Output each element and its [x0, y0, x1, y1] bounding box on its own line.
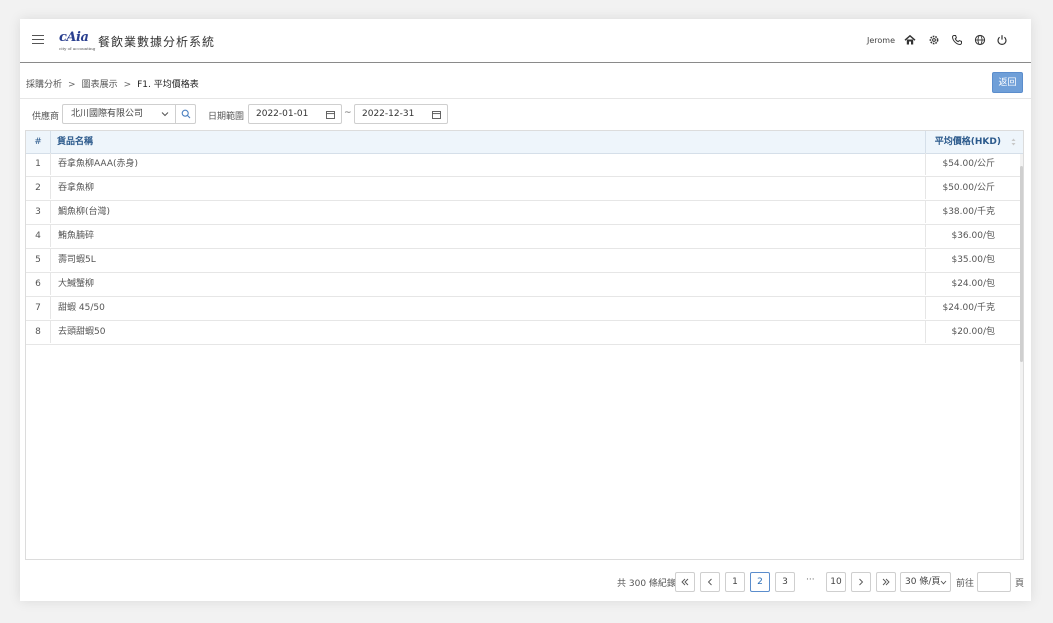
table-scrollbar[interactable]: [1020, 154, 1023, 559]
product-name: 去頭甜蝦50: [50, 321, 925, 343]
pagination-ellipsis[interactable]: ···: [806, 575, 815, 585]
search-icon: [181, 109, 191, 119]
product-name: 壽司蝦5L: [50, 249, 925, 271]
breadcrumb-item-chart-display[interactable]: 圖表展示: [82, 80, 118, 90]
page-size-value: 30 條/頁: [905, 577, 941, 587]
column-header-name: 貨品名稱: [50, 131, 925, 153]
row-index: 7: [35, 303, 41, 313]
page-size-select[interactable]: 30 條/頁: [900, 572, 951, 592]
calendar-icon: [326, 111, 335, 119]
row-index: 5: [35, 255, 41, 265]
row-index: 8: [35, 327, 41, 337]
row-index: 4: [35, 231, 41, 241]
chevron-left-icon: [707, 578, 712, 586]
end-date-input[interactable]: 2022-12-31: [354, 104, 448, 124]
average-price: $38.00/千克: [925, 201, 1023, 223]
double-chevron-left-icon: [681, 578, 689, 586]
page-button-3[interactable]: 3: [775, 572, 795, 592]
chevron-right-icon: [859, 578, 864, 586]
user-name[interactable]: Jerome: [867, 36, 895, 45]
table-row[interactable]: 6 大鰔蟹柳 $24.00/包: [26, 273, 1023, 297]
product-name: 大鰔蟹柳: [50, 273, 925, 295]
gear-icon[interactable]: [928, 34, 940, 46]
menu-toggle-icon[interactable]: [32, 35, 44, 45]
row-index: 1: [35, 159, 41, 169]
logo-subtext: city of accounting: [59, 46, 96, 51]
power-icon[interactable]: [996, 34, 1008, 46]
total-records: 共 300 條紀錄: [617, 579, 676, 589]
sort-icon[interactable]: [1011, 138, 1016, 146]
calendar-icon: [432, 111, 441, 119]
table-row[interactable]: 4 鮪魚腩碎 $36.00/包: [26, 225, 1023, 249]
average-price: $24.00/千克: [925, 297, 1023, 319]
header-divider: [20, 98, 1031, 99]
supplier-select[interactable]: 北川國際有限公司: [62, 104, 176, 124]
row-index: 2: [35, 183, 41, 193]
table-row[interactable]: 8 去頭甜蝦50 $20.00/包: [26, 321, 1023, 345]
table-body: 1 吞拿魚柳AAA(赤身) $54.00/公斤 2 吞拿魚柳 $50.00/公斤 3 鯛魚…: [26, 153, 1023, 345]
globe-icon[interactable]: [974, 34, 986, 46]
top-header: cAia city of accounting 餐飲業數據分析系統 Jerome: [20, 19, 1031, 63]
price-header-label: 平均價格(HKD): [934, 137, 1001, 147]
page-button-10[interactable]: 10: [826, 572, 846, 592]
product-name: 吞拿魚柳AAA(赤身): [50, 153, 925, 175]
product-name: 甜蝦 45/50: [50, 297, 925, 319]
start-date-input[interactable]: 2022-01-01: [248, 104, 342, 124]
table-row[interactable]: 1 吞拿魚柳AAA(赤身) $54.00/公斤: [26, 153, 1023, 177]
product-name: 吞拿魚柳: [50, 177, 925, 199]
page-button-1[interactable]: 1: [725, 572, 745, 592]
chevron-down-icon: [940, 580, 947, 585]
breadcrumb-item-current: F1. 平均價格表: [137, 80, 199, 90]
breadcrumb-separator: >: [68, 80, 76, 90]
date-range-label: 日期範圍: [208, 112, 245, 122]
next-page-button[interactable]: [851, 572, 871, 592]
row-index: 6: [35, 279, 41, 289]
average-price: $35.00/包: [925, 249, 1023, 271]
average-price: $24.00/包: [925, 273, 1023, 295]
supplier-label: 供應商: [32, 112, 60, 122]
date-range-separator: ~: [344, 108, 352, 118]
price-table: # 貨品名稱 平均價格(HKD) 1 吞拿魚柳AAA(赤身) $54.00/公斤 2…: [25, 130, 1024, 560]
start-date-value: 2022-01-01: [256, 109, 309, 119]
phone-icon[interactable]: [951, 34, 963, 46]
average-price: $50.00/公斤: [925, 177, 1023, 199]
goto-label: 前往: [956, 579, 975, 589]
app-window: cAia city of accounting 餐飲業數據分析系統 Jerome…: [20, 19, 1031, 601]
first-page-button[interactable]: [675, 572, 695, 592]
back-button[interactable]: 返回: [992, 72, 1023, 93]
goto-unit: 頁: [1015, 579, 1025, 589]
average-price: $36.00/包: [925, 225, 1023, 247]
breadcrumb-item-purchase-analysis[interactable]: 採購分析: [26, 80, 62, 90]
double-chevron-right-icon: [882, 578, 890, 586]
table-row[interactable]: 2 吞拿魚柳 $50.00/公斤: [26, 177, 1023, 201]
logo-text: cAia: [59, 30, 89, 45]
last-page-button[interactable]: [876, 572, 896, 592]
product-name: 鯛魚柳(台灣): [50, 201, 925, 223]
brand-logo: cAia city of accounting: [59, 30, 95, 51]
prev-page-button[interactable]: [700, 572, 720, 592]
average-price: $20.00/包: [925, 321, 1023, 343]
table-row[interactable]: 7 甜蝦 45/50 $24.00/千克: [26, 297, 1023, 321]
table-header: # 貨品名稱 平均價格(HKD): [26, 131, 1023, 154]
table-row[interactable]: 5 壽司蝦5L $35.00/包: [26, 249, 1023, 273]
page-button-2[interactable]: 2: [750, 572, 770, 592]
goto-page-input[interactable]: [977, 572, 1011, 592]
average-price: $54.00/公斤: [925, 153, 1023, 175]
table-row[interactable]: 3 鯛魚柳(台灣) $38.00/千克: [26, 201, 1023, 225]
supplier-value: 北川國際有限公司: [71, 109, 144, 119]
product-name: 鮪魚腩碎: [50, 225, 925, 247]
breadcrumb: 採購分析 > 圖表展示 > F1. 平均價格表: [26, 77, 199, 90]
search-button[interactable]: [175, 104, 196, 124]
end-date-value: 2022-12-31: [362, 109, 415, 119]
breadcrumb-separator: >: [123, 80, 132, 90]
chevron-down-icon: [161, 112, 169, 117]
home-icon[interactable]: [904, 34, 916, 46]
app-title: 餐飲業數據分析系統: [98, 35, 216, 49]
column-header-index: #: [34, 137, 42, 147]
scrollbar-thumb[interactable]: [1020, 166, 1023, 362]
column-header-price[interactable]: 平均價格(HKD): [925, 131, 1023, 153]
row-index: 3: [35, 207, 41, 217]
